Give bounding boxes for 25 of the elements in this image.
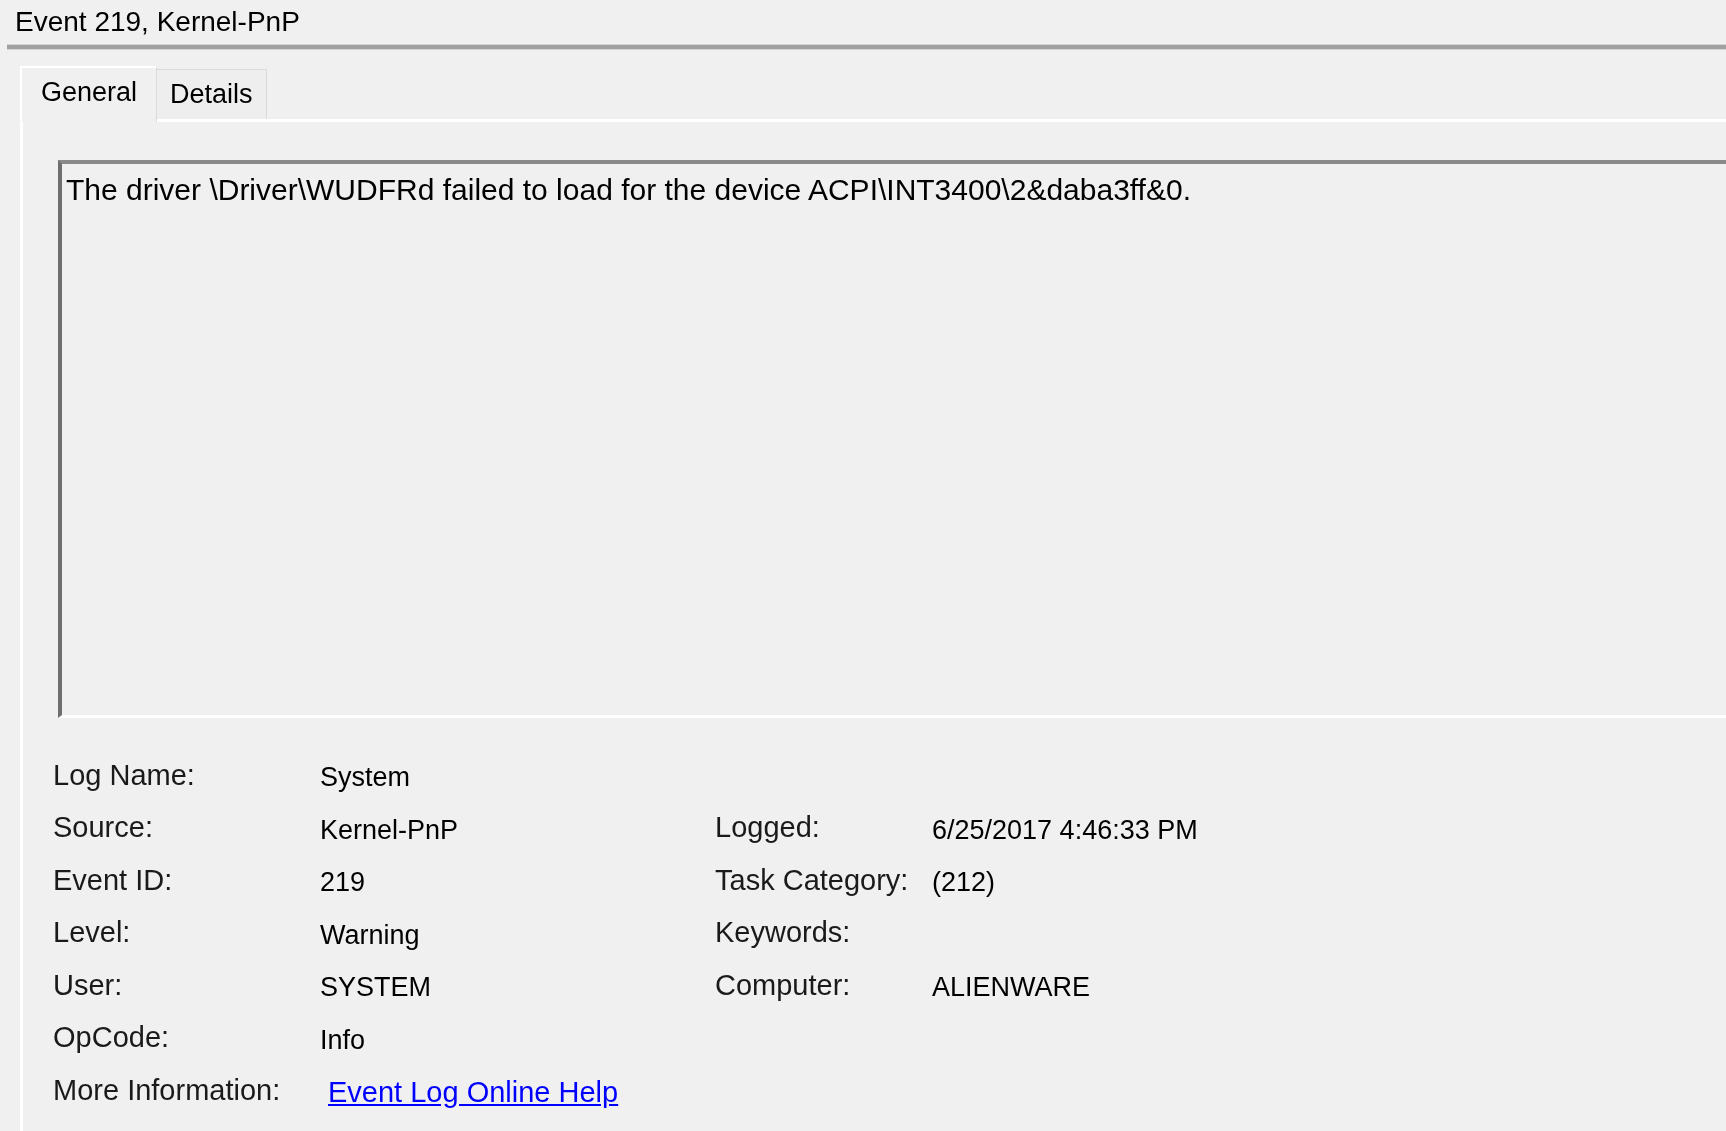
field-label: User:	[53, 967, 123, 1003]
field-value: (212)	[932, 866, 996, 899]
field-label: Level:	[53, 915, 131, 950]
field-label: More Information:	[53, 1072, 281, 1108]
field-label: Source:	[53, 810, 153, 845]
window-title: Event 219, Kernel-PnP	[15, 5, 300, 39]
field-value: System	[320, 761, 411, 794]
field-value: SYSTEM	[320, 971, 432, 1004]
event-description-field[interactable]: The driver \Driver\WUDFRd failed to load for the device ACPI\INT3400\2&daba3ff&0.	[58, 160, 1726, 718]
field-value: Kernel-PnP	[320, 813, 459, 847]
field-label: Logged:	[715, 810, 820, 845]
field-label: Event ID:	[53, 862, 173, 898]
field-label: Log Name:	[53, 757, 195, 793]
field-label: Keywords:	[715, 915, 851, 950]
help-link[interactable]: Event Log Online Help	[328, 1070, 619, 1114]
field-value: Warning	[320, 918, 420, 952]
field-label: OpCode:	[53, 1020, 170, 1055]
tab[interactable]: Details	[157, 69, 267, 119]
field-value: 219	[320, 866, 366, 899]
field-label: Task Category:	[715, 862, 909, 898]
field-value: ALIENWARE	[932, 971, 1091, 1004]
field-value: Info	[320, 1023, 366, 1057]
field-label: Computer:	[715, 967, 851, 1003]
field-value: 6/25/2017 4:46:33 PM	[932, 813, 1198, 847]
tab[interactable]: General	[20, 66, 158, 122]
